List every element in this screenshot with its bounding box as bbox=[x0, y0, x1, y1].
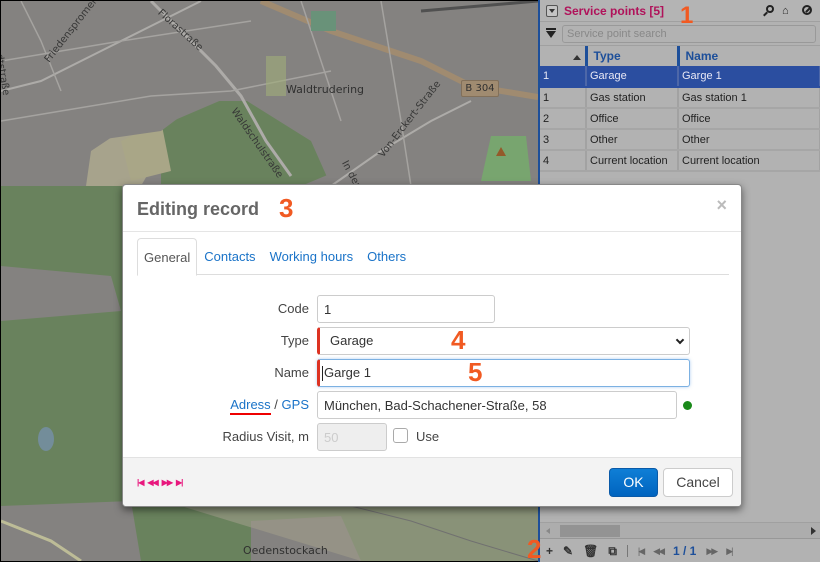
horizontal-scrollbar[interactable] bbox=[540, 522, 820, 539]
next-record-icon[interactable]: ▶▶ bbox=[162, 478, 173, 487]
scroll-left-icon[interactable] bbox=[546, 528, 550, 534]
radius-label: Radius Visit, m bbox=[222, 429, 309, 444]
type-select[interactable]: Garage bbox=[317, 327, 690, 355]
page-indicator: 1 / 1 bbox=[673, 544, 697, 558]
cell-code: 3 bbox=[540, 129, 587, 151]
table-row[interactable]: 1 Gas station Gas station 1 bbox=[540, 87, 820, 109]
code-field[interactable] bbox=[317, 295, 495, 323]
search-icon[interactable] bbox=[762, 4, 774, 17]
record-navigation: |◀ ◀◀ ▶▶ ▶| bbox=[137, 478, 183, 487]
annotation-marker-3: 3 bbox=[279, 193, 294, 223]
use-radius-label: Use bbox=[416, 429, 440, 444]
name-field[interactable]: Garge 1 bbox=[317, 359, 690, 387]
home-icon[interactable]: ⌂ bbox=[782, 5, 794, 17]
cell-type: Gas station bbox=[586, 87, 679, 109]
table-header-row: Type Name bbox=[540, 46, 820, 66]
cell-name: Garge 1 bbox=[678, 66, 820, 88]
cell-code: 1 bbox=[540, 66, 587, 88]
cell-type: Current location bbox=[586, 150, 679, 172]
address-link[interactable]: Adress bbox=[230, 397, 271, 415]
collapse-toggle-icon[interactable] bbox=[546, 4, 558, 17]
type-select-value: Garage bbox=[330, 333, 374, 348]
pager-toolbar: + ✎ 🗑 ⧉ |◀ ◀◀ 1 / 1 ▶▶ ▶| bbox=[540, 540, 820, 562]
toolbar-divider bbox=[626, 545, 628, 557]
table-row[interactable]: 3 Other Other bbox=[540, 129, 820, 151]
panel-title: Service points [5] bbox=[564, 3, 665, 18]
column-header-type[interactable]: Type bbox=[584, 46, 678, 66]
cell-type: Other bbox=[586, 129, 679, 151]
sort-ascending-icon bbox=[572, 55, 581, 60]
annotation-marker-4: 4 bbox=[451, 325, 466, 355]
cell-type: Office bbox=[586, 108, 679, 130]
copy-icon[interactable]: ⧉ bbox=[608, 544, 617, 559]
cell-code: 1 bbox=[540, 87, 587, 109]
radius-field[interactable] bbox=[317, 423, 387, 451]
code-row: Code bbox=[123, 295, 741, 323]
cell-type: Garage bbox=[586, 66, 679, 88]
last-record-icon[interactable]: ▶| bbox=[176, 478, 183, 487]
service-points-table: Type Name 1 Garage Garge 1 1 Gas station Gas … bbox=[540, 46, 820, 172]
use-radius-checkbox[interactable] bbox=[393, 428, 408, 443]
tab-working-hours[interactable]: Working hours bbox=[263, 238, 361, 275]
annotation-marker-1: 1 bbox=[680, 2, 694, 29]
radius-row: Radius Visit, m Use bbox=[123, 423, 741, 451]
annotation-marker-2: 2 bbox=[527, 534, 542, 562]
edit-icon[interactable]: ✎ bbox=[563, 544, 573, 558]
prev-record-icon[interactable]: ◀◀ bbox=[147, 478, 158, 487]
dialog-tabs: General Contacts Working hours Others bbox=[137, 238, 729, 276]
cell-code: 4 bbox=[540, 150, 587, 172]
column-header-name[interactable]: Name bbox=[676, 46, 820, 66]
dialog-header: Editing record 3 × bbox=[123, 185, 741, 232]
filter-icon[interactable] bbox=[546, 28, 556, 38]
type-row: Type Garage 4 bbox=[123, 325, 741, 355]
scrollbar-thumb[interactable] bbox=[560, 525, 620, 537]
dialog-title: Editing record bbox=[137, 199, 260, 219]
cell-name: Office bbox=[678, 108, 820, 130]
cell-code: 2 bbox=[540, 108, 587, 130]
cell-name: Other bbox=[678, 129, 820, 151]
clear-icon[interactable] bbox=[802, 4, 814, 17]
tab-general[interactable]: General bbox=[137, 238, 198, 276]
chevron-down-icon bbox=[675, 335, 685, 345]
first-record-icon[interactable]: |◀ bbox=[137, 478, 144, 487]
table-row[interactable]: 1 Garage Garge 1 bbox=[540, 66, 820, 88]
code-label: Code bbox=[277, 301, 309, 316]
last-page-icon[interactable]: ▶| bbox=[726, 546, 733, 557]
delete-icon[interactable]: 🗑 bbox=[583, 544, 598, 558]
geocode-status-indicator bbox=[683, 401, 692, 410]
name-row: Name Garge 1 5 bbox=[123, 357, 741, 387]
sort-column-header[interactable] bbox=[540, 46, 586, 66]
table-row[interactable]: 2 Office Office bbox=[540, 108, 820, 130]
close-icon[interactable]: × bbox=[716, 195, 727, 216]
editing-record-dialog: Editing record 3 × General Contacts Work… bbox=[122, 184, 742, 507]
panel-header: Service points [5] 1 ⌂ bbox=[540, 0, 820, 28]
address-gps-separator: / bbox=[270, 397, 282, 412]
table-row[interactable]: 4 Current location Current location bbox=[540, 150, 820, 172]
cell-name: Current location bbox=[678, 150, 820, 172]
tab-others[interactable]: Others bbox=[360, 238, 413, 275]
dialog-footer: |◀ ◀◀ ▶▶ ▶| OK Cancel bbox=[123, 457, 741, 506]
annotation-marker-5: 5 bbox=[468, 357, 483, 387]
prev-page-icon[interactable]: ◀◀ bbox=[653, 546, 665, 557]
type-label: Type bbox=[280, 333, 309, 348]
text-caret bbox=[322, 366, 323, 382]
add-record-button[interactable]: + bbox=[546, 544, 553, 558]
next-page-icon[interactable]: ▶▶ bbox=[706, 546, 718, 557]
ok-button[interactable]: OK bbox=[609, 468, 658, 497]
address-label: Adress / GPS bbox=[230, 397, 309, 415]
cell-name: Gas station 1 bbox=[678, 87, 820, 109]
address-row: Adress / GPS bbox=[123, 391, 741, 419]
gps-link[interactable]: GPS bbox=[282, 397, 309, 412]
name-field-value: Garge 1 bbox=[324, 365, 371, 380]
cancel-button[interactable]: Cancel bbox=[663, 468, 733, 497]
scroll-right-icon[interactable] bbox=[811, 527, 816, 535]
address-field[interactable] bbox=[317, 391, 677, 419]
name-label: Name bbox=[274, 365, 309, 380]
first-page-icon[interactable]: |◀ bbox=[638, 546, 645, 557]
tab-contacts[interactable]: Contacts bbox=[197, 238, 262, 275]
